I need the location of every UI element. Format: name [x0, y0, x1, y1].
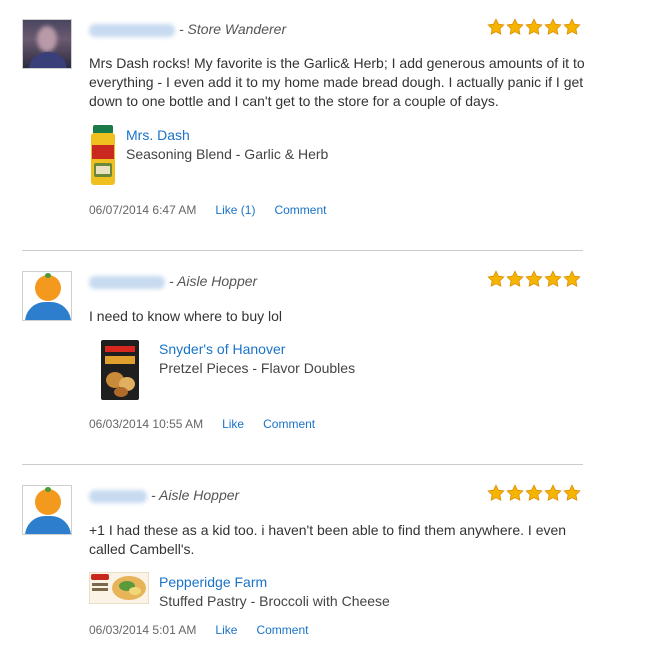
product-image[interactable]	[89, 572, 149, 604]
like-button[interactable]: Like (1)	[215, 203, 255, 217]
star-rating	[487, 18, 581, 36]
star-icon	[525, 484, 543, 501]
star-icon	[525, 270, 543, 287]
star-icon	[506, 270, 524, 287]
star-icon	[563, 270, 581, 287]
star-icon	[487, 270, 505, 287]
star-icon	[544, 18, 562, 35]
star-icon	[563, 18, 581, 35]
star-icon	[487, 484, 505, 501]
username-blurred[interactable]	[89, 275, 165, 289]
like-button[interactable]: Like	[222, 417, 244, 431]
star-icon	[525, 18, 543, 35]
review-meta: 06/03/2014 10:55 AM Like Comment	[89, 417, 315, 431]
star-icon	[487, 18, 505, 35]
review-meta: 06/07/2014 6:47 AM Like (1) Comment	[89, 203, 326, 217]
user-title: - Store Wanderer	[179, 21, 287, 37]
review-text: Mrs Dash rocks! My favorite is the Garli…	[89, 55, 585, 109]
product-brand-link[interactable]: Pepperidge Farm	[159, 574, 267, 590]
star-rating	[487, 270, 581, 288]
orange-person-icon	[35, 487, 61, 515]
star-icon	[506, 18, 524, 35]
like-button[interactable]: Like	[215, 623, 237, 637]
review-date: 06/07/2014 6:47 AM	[89, 203, 197, 217]
comment-button[interactable]: Comment	[263, 417, 315, 431]
divider	[22, 250, 583, 251]
review-text: +1 I had these as a kid too. i haven't b…	[89, 522, 567, 557]
star-rating	[487, 484, 581, 502]
product-image[interactable]	[89, 125, 117, 187]
username-blurred[interactable]	[89, 23, 175, 37]
username-blurred[interactable]	[89, 489, 147, 503]
user-avatar[interactable]	[22, 271, 72, 321]
review-header: - Aisle Hopper	[89, 273, 257, 289]
review-header: - Aisle Hopper	[89, 487, 239, 503]
product-description: Stuffed Pastry - Broccoli with Cheese	[159, 593, 390, 609]
product-image[interactable]	[101, 340, 139, 400]
star-icon	[544, 484, 562, 501]
divider	[22, 464, 583, 465]
product-brand-link[interactable]: Snyder's of Hanover	[159, 341, 285, 357]
product-description: Seasoning Blend - Garlic & Herb	[126, 146, 329, 162]
review-date: 06/03/2014 5:01 AM	[89, 623, 197, 637]
user-title: - Aisle Hopper	[151, 487, 240, 503]
star-icon	[506, 484, 524, 501]
comment-button[interactable]: Comment	[256, 623, 308, 637]
user-title: - Aisle Hopper	[169, 273, 258, 289]
review-meta: 06/03/2014 5:01 AM Like Comment	[89, 623, 308, 637]
star-icon	[563, 484, 581, 501]
review-header: - Store Wanderer	[89, 21, 286, 37]
comment-button[interactable]: Comment	[274, 203, 326, 217]
product-description: Pretzel Pieces - Flavor Doubles	[159, 360, 356, 376]
orange-person-icon	[35, 273, 61, 301]
product-brand-link[interactable]: Mrs. Dash	[126, 127, 190, 143]
review-text: I need to know where to buy lol	[89, 308, 283, 324]
star-icon	[544, 270, 562, 287]
user-avatar[interactable]	[22, 19, 72, 69]
user-avatar[interactable]	[22, 485, 72, 535]
review-date: 06/03/2014 10:55 AM	[89, 417, 204, 431]
